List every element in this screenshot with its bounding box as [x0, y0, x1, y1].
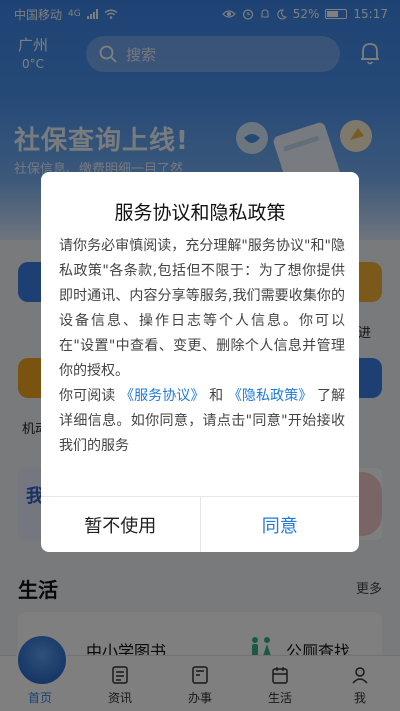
dialog-body-text: 请你务必审慎阅读，充分理解"服务协议"和"隐私政策"各条款,包括但不限于：为了想… — [59, 238, 345, 379]
privacy-policy-link[interactable]: 《隐私政策》 — [228, 388, 313, 404]
dialog-actions: 暂不使用 同意 — [41, 496, 359, 552]
dialog-title: 服务协议和隐私政策 — [114, 202, 286, 224]
dialog-body: 请你务必审慎阅读，充分理解"服务协议"和"隐私政策"各条款,包括但不限于：为了想… — [59, 234, 345, 459]
dialog-read-prefix: 你可阅读 — [59, 388, 116, 404]
dialog-conjunction: 和 — [209, 388, 224, 404]
privacy-policy-dialog: 服务协议和隐私政策 请你务必审慎阅读，充分理解"服务协议"和"隐私政策"各条款,… — [41, 172, 359, 552]
service-agreement-link[interactable]: 《服务协议》 — [120, 388, 205, 404]
decline-button[interactable]: 暂不使用 — [41, 497, 201, 552]
agree-button[interactable]: 同意 — [201, 497, 360, 552]
